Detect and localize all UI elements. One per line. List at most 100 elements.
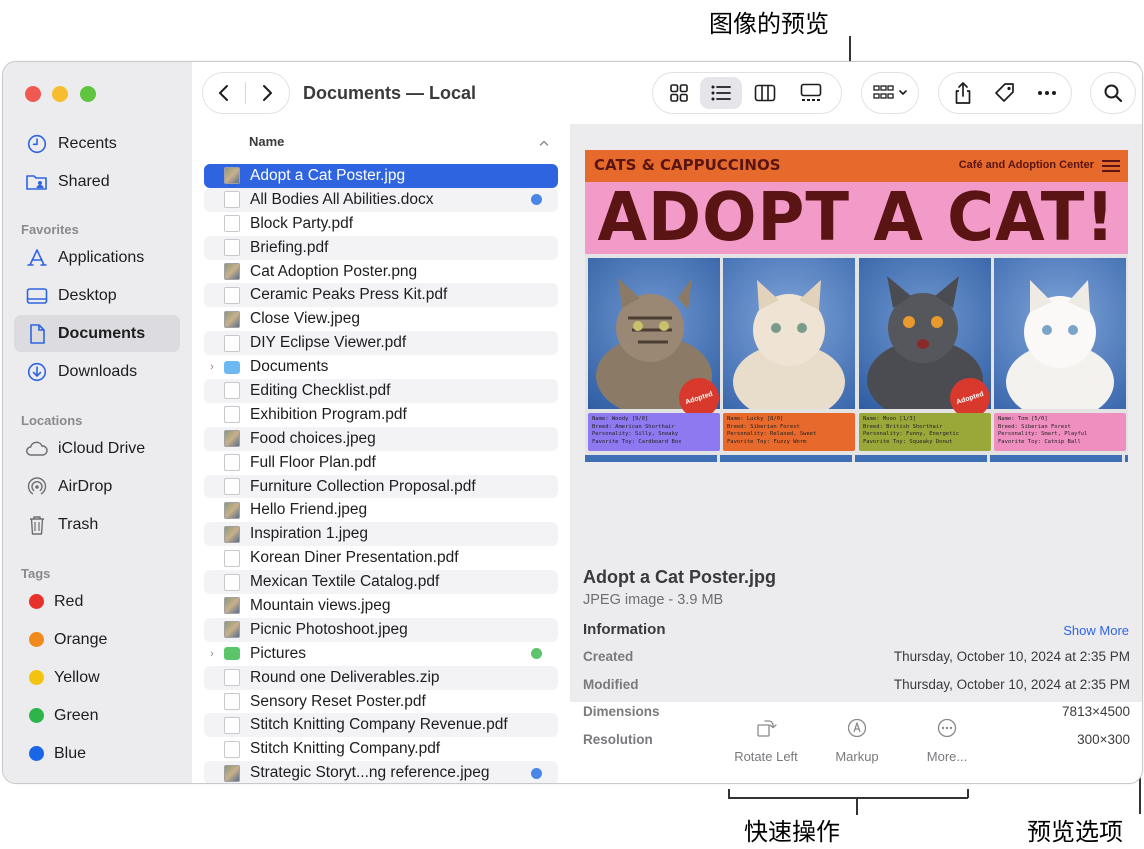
file-name: Furniture Collection Proposal.pdf xyxy=(250,477,476,495)
close-window-button[interactable] xyxy=(25,86,41,102)
callout-quick-actions-bracket xyxy=(728,797,968,799)
file-row[interactable]: Food choices.jpeg xyxy=(204,426,558,451)
quick-action-more[interactable]: More... xyxy=(902,717,992,764)
file-row[interactable]: Strategic Storyt...ng reference.jpeg xyxy=(204,761,558,783)
tag-icon xyxy=(995,83,1014,102)
cat-info-line: Breed: American Shorthair xyxy=(592,423,675,430)
search-icon xyxy=(1104,84,1123,103)
document-file-icon xyxy=(224,693,240,711)
file-name: Pictures xyxy=(250,644,306,662)
file-row[interactable]: › Documents xyxy=(204,355,558,379)
forward-button[interactable] xyxy=(246,77,288,109)
sidebar-item-applications[interactable]: Applications xyxy=(14,239,180,276)
file-row[interactable]: Editing Checklist.pdf xyxy=(204,379,558,403)
sidebar-item-shared[interactable]: Shared xyxy=(14,163,180,200)
file-row[interactable]: Stitch Knitting Company.pdf xyxy=(204,737,558,761)
share-button[interactable] xyxy=(942,77,984,109)
sidebar-tag-blue[interactable]: Blue xyxy=(14,735,180,772)
sidebar-item-icloud-drive[interactable]: iCloud Drive xyxy=(14,430,180,467)
file-row[interactable]: Ceramic Peaks Press Kit.pdf xyxy=(204,283,558,308)
grid-icon xyxy=(670,84,688,102)
preview-pane: CATS & CAPPUCCINOS Café and Adoption Cen… xyxy=(570,124,1142,747)
poster-header: CATS & CAPPUCCINOS Café and Adoption Cen… xyxy=(585,150,1128,182)
tag-green-dot xyxy=(29,708,44,723)
disclosure-chevron-icon[interactable]: › xyxy=(206,361,218,373)
gallery-icon xyxy=(800,83,822,101)
info-key: Created xyxy=(583,649,634,664)
cat-info-line: Personality: Smart, Playful xyxy=(998,431,1088,437)
file-name: Picnic Photoshoot.jpeg xyxy=(250,620,408,638)
file-row[interactable]: Picnic Photoshoot.jpeg xyxy=(204,617,558,642)
file-row[interactable]: Close View.jpeg xyxy=(204,307,558,331)
sidebar-tag-red[interactable]: Red xyxy=(14,583,180,620)
file-name: Briefing.pdf xyxy=(250,238,329,256)
column-view-button[interactable] xyxy=(742,77,788,109)
file-row[interactable]: Cat Adoption Poster.png xyxy=(204,260,558,284)
file-row[interactable]: Stitch Knitting Company Revenue.pdf xyxy=(204,713,558,738)
preview-filename: Adopt a Cat Poster.jpg xyxy=(583,567,777,587)
sidebar-tag-green[interactable]: Green xyxy=(14,697,180,734)
sidebar-item-recents[interactable]: Recents xyxy=(14,125,180,162)
gallery-view-button[interactable] xyxy=(788,77,834,109)
file-tag-dot xyxy=(531,648,542,660)
sidebar-item-desktop[interactable]: Desktop xyxy=(14,277,180,314)
file-row[interactable]: Full Floor Plan.pdf xyxy=(204,451,558,475)
sidebar-item-label: Shared xyxy=(58,172,110,190)
sidebar-item-label: Desktop xyxy=(58,286,117,304)
file-row[interactable]: › Pictures xyxy=(204,642,558,666)
zoom-window-button[interactable] xyxy=(80,86,96,102)
minimize-window-button[interactable] xyxy=(52,86,68,102)
file-row[interactable]: Mexican Textile Catalog.pdf xyxy=(204,570,558,595)
back-button[interactable] xyxy=(203,77,245,109)
file-row[interactable]: Block Party.pdf xyxy=(204,212,558,236)
sidebar-item-label: Green xyxy=(54,706,99,724)
file-row[interactable]: All Bodies All Abilities.docx xyxy=(204,187,558,212)
file-row[interactable]: Sensory Reset Poster.pdf xyxy=(204,690,558,714)
group-button[interactable] xyxy=(861,72,919,114)
sidebar-item-airdrop[interactable]: AirDrop xyxy=(14,468,180,505)
chevron-right-icon xyxy=(263,85,272,101)
info-value: Thursday, October 10, 2024 at 2:35 PM xyxy=(893,649,1130,664)
list-view-button[interactable] xyxy=(700,77,742,109)
more-actions-button[interactable] xyxy=(1026,77,1068,109)
tag-button[interactable] xyxy=(984,77,1026,109)
sidebar-item-downloads[interactable]: Downloads xyxy=(14,353,180,390)
quick-action-markup[interactable]: Markup xyxy=(812,717,902,764)
document-file-icon xyxy=(224,669,240,687)
file-row[interactable]: DIY Eclipse Viewer.pdf xyxy=(204,331,558,356)
callout-preview: 图像的预览 xyxy=(709,10,829,38)
quick-action-rotate-left[interactable]: Rotate Left xyxy=(721,717,811,764)
file-row[interactable]: Round one Deliverables.zip xyxy=(204,665,558,690)
sidebar-item-label: Orange xyxy=(54,630,108,648)
file-row[interactable]: Adopt a Cat Poster.jpg xyxy=(204,164,558,188)
sidebar-item-label: Documents xyxy=(58,324,146,342)
sidebar-tag-yellow[interactable]: Yellow xyxy=(14,659,180,696)
show-more-link[interactable]: Show More xyxy=(1063,623,1129,638)
hamburger-icon xyxy=(1102,160,1120,172)
adopted-stamp-label: Adopted xyxy=(684,390,714,406)
image-file-icon xyxy=(224,597,240,615)
file-row[interactable]: Korean Diner Presentation.pdf xyxy=(204,546,558,570)
cat-info-card: Name: Woody [9/0] Breed: American Shortha… xyxy=(588,413,720,451)
sidebar-tag-orange[interactable]: Orange xyxy=(14,621,180,658)
sidebar-item-label: AirDrop xyxy=(58,477,113,495)
file-row[interactable]: Mountain views.jpeg xyxy=(204,594,558,618)
file-row[interactable]: Exhibition Program.pdf xyxy=(204,403,558,427)
disclosure-chevron-icon[interactable]: › xyxy=(206,648,218,660)
document-file-icon xyxy=(224,215,240,233)
sidebar-item-trash[interactable]: Trash xyxy=(14,506,180,543)
column-header-name[interactable]: Name xyxy=(249,134,284,149)
file-row[interactable]: Briefing.pdf xyxy=(204,235,558,260)
file-row[interactable]: Inspiration 1.jpeg xyxy=(204,522,558,547)
image-preview: CATS & CAPPUCCINOS Café and Adoption Cen… xyxy=(585,150,1128,462)
search-button[interactable] xyxy=(1090,72,1136,114)
sort-chevron-up-icon[interactable] xyxy=(539,139,549,147)
icon-view-button[interactable] xyxy=(658,77,700,109)
file-row[interactable]: Furniture Collection Proposal.pdf xyxy=(204,474,558,499)
chevron-down-icon xyxy=(898,90,907,96)
sidebar-item-documents[interactable]: Documents xyxy=(14,315,180,352)
quick-action-label: Rotate Left xyxy=(734,749,798,764)
cat-info-card: Name: Tom [5/0] Breed: Siberian Forest Per… xyxy=(994,413,1126,451)
callout-quick-actions: 快速操作 xyxy=(744,818,840,846)
file-row[interactable]: Hello Friend.jpeg xyxy=(204,498,558,522)
